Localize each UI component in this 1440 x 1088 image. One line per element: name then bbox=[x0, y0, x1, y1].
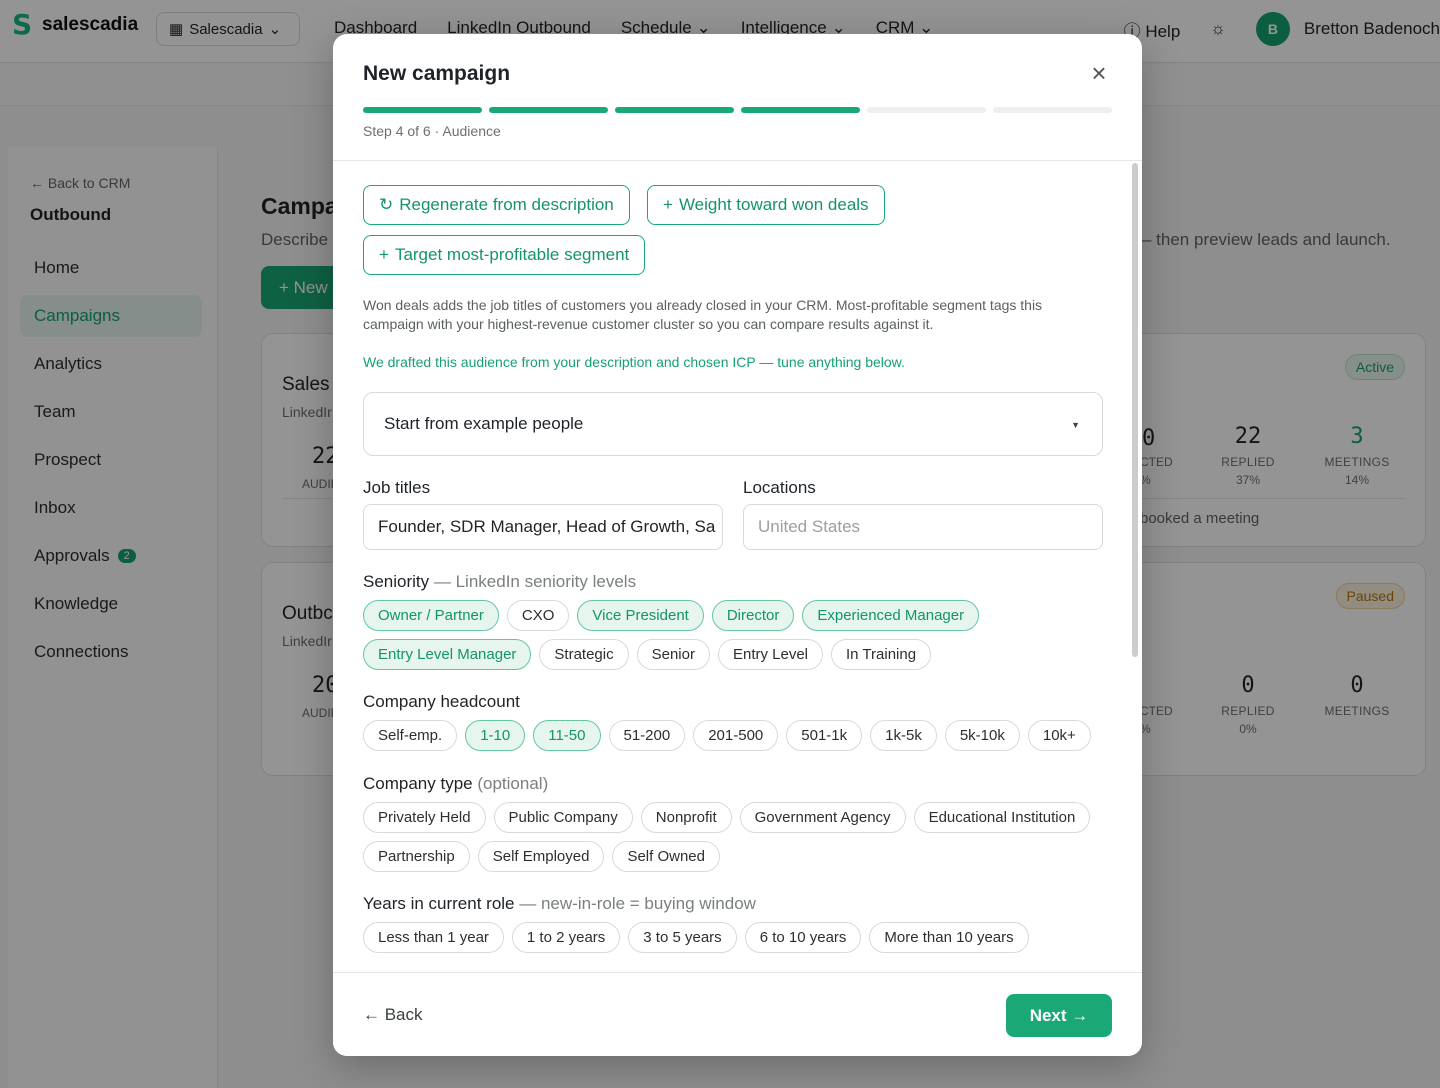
seniority-chip[interactable]: CXO bbox=[506, 600, 570, 631]
seniority-label: Seniority — LinkedIn seniority levels bbox=[363, 572, 637, 591]
progress-segment bbox=[741, 107, 860, 113]
next-button[interactable]: Next → bbox=[1006, 994, 1112, 1037]
company-type-label: Company type (optional) bbox=[363, 774, 549, 793]
years-in-role-chip[interactable]: More than 10 years bbox=[869, 922, 1029, 953]
years-role-label: Years in current role — new-in-role = bu… bbox=[363, 894, 756, 913]
seniority-chip[interactable]: Vice President bbox=[577, 600, 704, 631]
seniority-chips: Owner / Partner CXO Vice President Director… bbox=[363, 600, 1108, 670]
years-in-role-chip[interactable]: 1 to 2 years bbox=[511, 922, 621, 953]
progress-segment bbox=[615, 107, 734, 113]
company-type-chip[interactable]: Nonprofit bbox=[640, 802, 732, 833]
refresh-icon: ↻ bbox=[379, 195, 394, 214]
progress-segment bbox=[867, 107, 986, 113]
seniority-chip[interactable]: Entry Level Manager bbox=[363, 639, 532, 670]
headcount-chip[interactable]: 11-50 bbox=[533, 720, 601, 751]
locations-label: Locations bbox=[743, 478, 816, 497]
years-in-role-chip[interactable]: 6 to 10 years bbox=[744, 922, 862, 953]
example-people-select[interactable]: Start from example people ▼ bbox=[363, 392, 1103, 456]
company-type-chip[interactable]: Government Agency bbox=[739, 802, 906, 833]
company-type-chip[interactable]: Self Employed bbox=[477, 841, 605, 872]
headcount-label: Company headcount bbox=[363, 692, 520, 711]
headcount-chip[interactable]: 10k+ bbox=[1027, 720, 1091, 751]
progress-segment bbox=[993, 107, 1112, 113]
headcount-chips: Self-emp. 1-10 11-50 51-200 201-500 501-1k 1k-… bbox=[363, 720, 1108, 751]
close-icon[interactable]: × bbox=[1086, 60, 1112, 86]
years-role-chips: Less than 1 year 1 to 2 years 3 to 5 years… bbox=[363, 922, 1108, 953]
modal-footer: ← Back Next → bbox=[333, 972, 1142, 1056]
won-deals-note: Won deals adds the job titles of custome… bbox=[363, 297, 1043, 332]
scrollbar[interactable] bbox=[1132, 163, 1138, 657]
modal-title: New campaign bbox=[363, 62, 511, 85]
company-type-chip[interactable]: Partnership bbox=[363, 841, 470, 872]
plus-icon: + bbox=[379, 245, 389, 264]
step-progress bbox=[363, 107, 1112, 113]
back-button[interactable]: ← Back bbox=[363, 1005, 423, 1025]
headcount-chip[interactable]: Self-emp. bbox=[363, 720, 458, 751]
seniority-chip[interactable]: Experienced Manager bbox=[802, 600, 980, 631]
job-titles-input[interactable]: Founder, SDR Manager, Head of Growth, Sa bbox=[363, 504, 723, 550]
new-campaign-modal: New campaign × Step 4 of 6 · Audience ↻ … bbox=[333, 34, 1142, 1056]
headcount-chip[interactable]: 501-1k bbox=[786, 720, 863, 751]
target-profitable-segment-button[interactable]: + Target most-profitable segment bbox=[363, 235, 646, 275]
headcount-chip[interactable]: 1-10 bbox=[465, 720, 526, 751]
headcount-chip[interactable]: 51-200 bbox=[608, 720, 686, 751]
job-titles-label: Job titles bbox=[363, 478, 431, 497]
plus-icon: + bbox=[663, 195, 673, 214]
company-type-chips: Privately Held Public Company Nonprofit Gov… bbox=[363, 802, 1108, 872]
headcount-chip[interactable]: 201-500 bbox=[693, 720, 779, 751]
seniority-chip[interactable]: Entry Level bbox=[717, 639, 824, 670]
regenerate-button[interactable]: ↻ Regenerate from description bbox=[363, 185, 630, 225]
years-in-role-chip[interactable]: Less than 1 year bbox=[363, 922, 504, 953]
step-indicator: Step 4 of 6 · Audience bbox=[363, 123, 501, 139]
company-type-chip[interactable]: Educational Institution bbox=[913, 802, 1091, 833]
modal-header: New campaign × Step 4 of 6 · Audience bbox=[333, 34, 1142, 161]
seniority-chip[interactable]: Strategic bbox=[539, 639, 629, 670]
drafted-note: We drafted this audience from your descr… bbox=[363, 354, 905, 370]
seniority-chip[interactable]: Senior bbox=[636, 639, 710, 670]
progress-segment bbox=[489, 107, 608, 113]
company-type-chip[interactable]: Privately Held bbox=[363, 802, 486, 833]
locations-input[interactable]: United States bbox=[743, 504, 1103, 550]
years-in-role-chip[interactable]: 3 to 5 years bbox=[628, 922, 737, 953]
company-type-chip[interactable]: Self Owned bbox=[612, 841, 720, 872]
seniority-chip[interactable]: Owner / Partner bbox=[363, 600, 499, 631]
seniority-chip[interactable]: In Training bbox=[831, 639, 932, 670]
seniority-chip[interactable]: Director bbox=[711, 600, 795, 631]
progress-segment bbox=[363, 107, 482, 113]
headcount-chip[interactable]: 5k-10k bbox=[944, 720, 1020, 751]
modal-body: ↻ Regenerate from description + Weight t… bbox=[333, 161, 1142, 972]
headcount-chip[interactable]: 1k-5k bbox=[870, 720, 937, 751]
caret-down-icon: ▼ bbox=[1071, 420, 1080, 430]
weight-won-deals-button[interactable]: + Weight toward won deals bbox=[647, 185, 885, 225]
company-type-chip[interactable]: Public Company bbox=[493, 802, 633, 833]
